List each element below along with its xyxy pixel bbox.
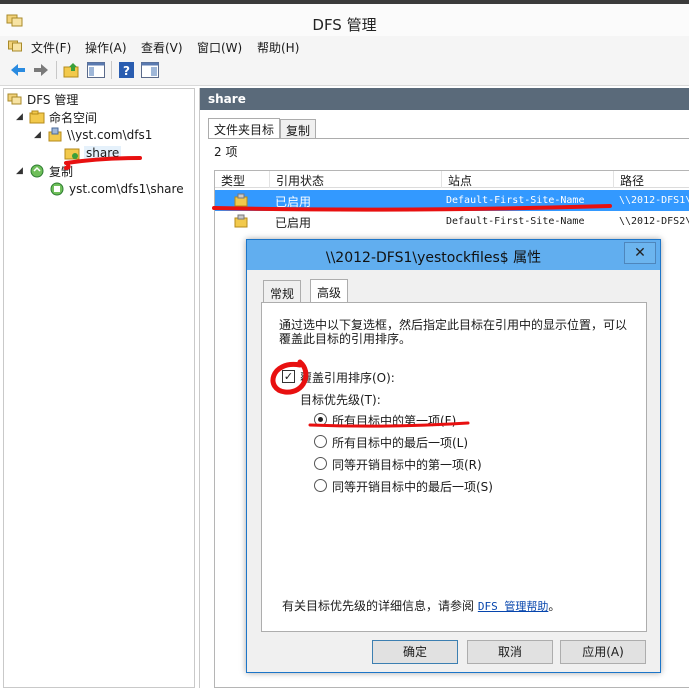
row-status: 已启用 (275, 216, 312, 230)
apply-button[interactable]: 应用(A) (560, 640, 646, 664)
tree-label: 命名空间 (49, 110, 98, 125)
override-referral-label: 覆盖引用排序(O): (300, 371, 395, 385)
row-site: Default-First-Site-Name (446, 216, 585, 227)
target-priority-label: 目标优先级(T): (300, 393, 381, 407)
svg-text:?: ? (123, 64, 130, 78)
radio-label-first-among-all: 所有目标中的第一项(F) (332, 414, 457, 428)
menu-window[interactable]: 窗口(W) (197, 39, 242, 56)
properties-dialog: \\2012-DFS1\yestockfiles$ 属性 ✕ 常规 高级 通过选… (246, 239, 661, 673)
expand-arrow-icon[interactable]: ◢ (16, 112, 26, 122)
table-row[interactable]: 已启用 Default-First-Site-Name \\2012-DFS2\… (215, 211, 689, 232)
help-info: 有关目标优先级的详细信息，请参阅 DFS 管理帮助。 (282, 597, 560, 614)
tab-folder-targets[interactable]: 文件夹目标 (208, 118, 281, 139)
tree-item-replication-group[interactable]: yst.com\dfs1\share (49, 180, 184, 198)
pane-header: share (200, 88, 689, 110)
properties-icon[interactable] (140, 60, 160, 80)
radio-first-among-all[interactable] (314, 413, 327, 426)
show-tree-icon[interactable] (86, 60, 106, 80)
up-folder-icon[interactable] (62, 60, 82, 80)
radio-label-last-among-all: 所有目标中的最后一项(L) (332, 436, 469, 450)
tree-label: share (84, 146, 122, 160)
menu-file[interactable]: 文件(F) (31, 39, 71, 56)
help-icon[interactable]: ? (117, 60, 137, 80)
tree-label: DFS 管理 (27, 92, 79, 107)
column-site[interactable]: 站点 (442, 171, 614, 188)
radio-last-among-all[interactable] (314, 435, 327, 448)
tree-item-share[interactable]: share (64, 144, 122, 162)
back-icon[interactable] (8, 60, 28, 80)
expand-arrow-icon[interactable]: ◢ (34, 130, 44, 140)
window-title: DFS 管理 (312, 16, 377, 34)
cancel-button[interactable]: 取消 (467, 640, 553, 664)
tree-item-namespace[interactable]: ◢ \\yst.com\dfs1 (34, 126, 152, 144)
item-count: 2 项 (214, 145, 238, 159)
namespaces-icon (29, 110, 45, 124)
namespace-server-icon (48, 127, 62, 142)
expand-arrow-icon[interactable]: ◢ (16, 166, 26, 176)
tab-advanced[interactable]: 高级 (310, 279, 349, 302)
advanced-panel: 通过选中以下复选框，然后指定此目标在引用中的显示位置，可以覆盖此目标的引用排序。… (261, 302, 647, 632)
tree-label: \\yst.com\dfs1 (67, 128, 153, 142)
menu-help[interactable]: 帮助(H) (257, 39, 299, 56)
column-type[interactable]: 类型 (215, 171, 270, 188)
description-text: 通过选中以下复选框，然后指定此目标在引用中的显示位置，可以覆盖此目标的引用排序。 (279, 318, 628, 346)
mmc-icon[interactable] (8, 39, 22, 52)
dialog-title-bar[interactable]: \\2012-DFS1\yestockfiles$ 属性 ✕ (247, 240, 660, 270)
tab-divider (208, 138, 689, 139)
replication-icon (30, 164, 44, 178)
help-info-end: 。 (548, 599, 561, 613)
row-site: Default-First-Site-Name (446, 195, 585, 206)
replication-group-icon (50, 182, 64, 196)
dialog-body: 常规 高级 通过选中以下复选框，然后指定此目标在引用中的显示位置，可以覆盖此目标… (247, 270, 660, 672)
tree-label: yst.com\dfs1\share (69, 182, 184, 196)
menu-bar: 文件(F) 操作(A) 查看(V) 窗口(W) 帮助(H) (0, 36, 689, 56)
tree-item-replication[interactable]: ◢ 复制 (16, 162, 73, 180)
row-path: \\2012-DFS2\y (619, 216, 689, 227)
row-status: 已启用 (275, 195, 312, 209)
forward-icon[interactable] (31, 60, 51, 80)
menu-action[interactable]: 操作(A) (85, 39, 127, 56)
toolbar: ? (0, 56, 689, 86)
shared-folder-icon (64, 148, 80, 160)
tree-item-dfs-management[interactable]: DFS 管理 (7, 90, 78, 108)
tree-label: 复制 (49, 164, 74, 179)
row-path: \\2012-DFS1\y (619, 195, 689, 206)
column-status[interactable]: 引用状态 (270, 171, 442, 188)
radio-last-equal-cost[interactable] (314, 479, 327, 492)
console-tree: DFS 管理 ◢ 命名空间 ◢ \\yst.com\dfs1 share ◢ 复… (3, 88, 195, 688)
tab-general[interactable]: 常规 (263, 280, 302, 302)
radio-label-first-equal-cost: 同等开销目标中的第一项(R) (332, 458, 482, 472)
tree-item-namespaces[interactable]: ◢ 命名空间 (16, 108, 97, 126)
radio-label-last-equal-cost: 同等开销目标中的最后一项(S) (332, 480, 493, 494)
menu-view[interactable]: 查看(V) (141, 39, 183, 56)
tab-replication[interactable]: 复制 (280, 119, 317, 139)
folder-target-icon (234, 214, 248, 228)
close-button[interactable]: ✕ (624, 242, 656, 264)
dfs-management-icon (7, 93, 22, 105)
override-referral-checkbox[interactable]: ✓ (282, 370, 295, 383)
ok-button[interactable]: 确定 (372, 640, 458, 664)
column-path[interactable]: 路径 (614, 171, 689, 188)
radio-first-equal-cost[interactable] (314, 457, 327, 470)
help-info-text: 有关目标优先级的详细信息，请参阅 (282, 599, 475, 613)
list-header: 类型 引用状态 站点 路径 (215, 171, 689, 188)
toolbar-separator (56, 61, 57, 79)
dfs-help-link[interactable]: DFS 管理帮助 (478, 600, 549, 613)
title-bar: DFS 管理 (0, 0, 689, 36)
dialog-title: \\2012-DFS1\yestockfiles$ 属性 (325, 250, 542, 266)
folder-target-icon (234, 193, 248, 207)
table-row[interactable]: 已启用 Default-First-Site-Name \\2012-DFS1\… (215, 190, 689, 211)
toolbar-separator (111, 61, 112, 79)
